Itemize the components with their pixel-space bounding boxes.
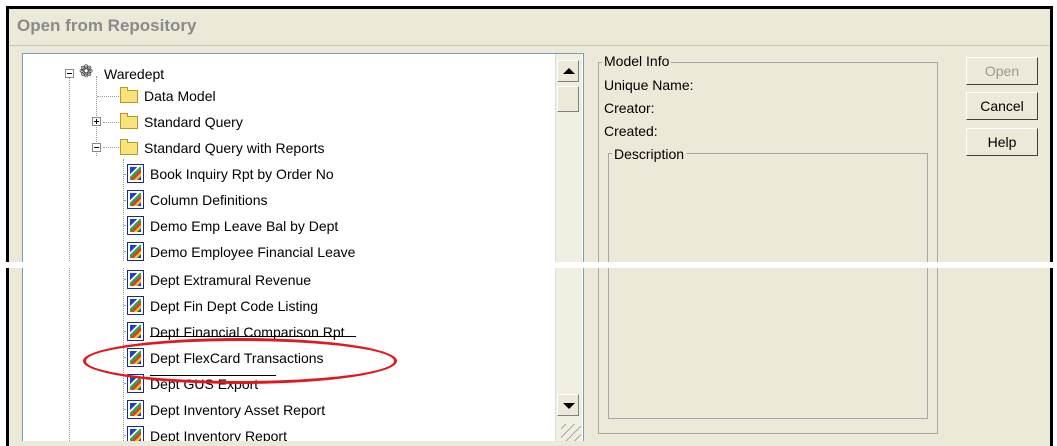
report-item[interactable]: Dept Inventory Report — [150, 427, 287, 441]
tree-item-standard-query-with-reports[interactable]: Standard Query with Reports — [144, 139, 325, 157]
creator-label: Creator: — [604, 100, 655, 116]
resize-grip-icon[interactable] — [561, 424, 581, 441]
repository-tree[interactable]: ❁ Waredept Data Model Standard Query Sta… — [22, 53, 584, 441]
tree-line — [123, 159, 124, 441]
tree-item-data-model[interactable]: Data Model — [144, 87, 216, 105]
folder-icon — [120, 139, 138, 155]
report-item[interactable]: Book Inquiry Rpt by Order No — [150, 165, 334, 183]
unique-name-label: Unique Name: — [604, 77, 694, 93]
folder-icon — [120, 87, 138, 103]
scroll-up-button[interactable] — [557, 60, 579, 82]
tree-item-standard-query[interactable]: Standard Query — [144, 113, 243, 131]
report-icon — [127, 164, 144, 183]
dialog-title: Open from Repository — [17, 16, 197, 35]
report-icon — [127, 426, 144, 441]
report-icon — [127, 296, 144, 315]
expand-standard-query-icon[interactable] — [92, 117, 101, 126]
model-info-panel: Model Info Unique Name: Creator: Created… — [590, 53, 942, 440]
report-icon — [127, 242, 144, 261]
report-icon — [127, 270, 144, 289]
report-icon — [127, 216, 144, 235]
collapse-waredept-icon[interactable] — [65, 69, 74, 78]
folder-icon — [120, 113, 138, 129]
title-bar: Open from Repository — [9, 9, 1050, 46]
collapse-standard-query-with-reports-icon[interactable] — [92, 143, 101, 152]
report-item[interactable]: Dept Inventory Asset Report — [150, 401, 325, 419]
cancel-button[interactable]: Cancel — [966, 92, 1038, 120]
report-item[interactable]: Dept Fin Dept Code Listing — [150, 297, 318, 315]
help-button[interactable]: Help — [966, 128, 1038, 156]
model-info-legend: Model Info — [602, 53, 672, 69]
arrow-up-icon — [563, 68, 575, 74]
report-item[interactable]: Demo Emp Leave Bal by Dept — [150, 217, 338, 235]
description-legend: Description — [612, 146, 687, 162]
tree-line — [97, 96, 119, 97]
created-label: Created: — [604, 123, 658, 139]
arrow-down-icon — [563, 403, 575, 409]
scroll-down-button[interactable] — [557, 394, 579, 416]
annotation-ellipse — [83, 338, 397, 384]
report-item[interactable]: Dept Extramural Revenue — [150, 271, 311, 289]
report-icon — [127, 400, 144, 419]
tree-scrollbar[interactable] — [555, 54, 582, 441]
report-item[interactable]: Demo Employee Financial Leave — [150, 243, 355, 261]
tree-line — [103, 122, 119, 123]
tree-line — [103, 147, 119, 148]
scroll-thumb[interactable] — [557, 86, 579, 112]
tree-line — [69, 74, 70, 441]
description-group — [608, 153, 928, 419]
tree-item-waredept[interactable]: Waredept — [104, 65, 164, 83]
model-repository-icon: ❁ — [79, 62, 94, 81]
open-button[interactable]: Open — [966, 57, 1038, 85]
screenshot-tear — [0, 262, 1057, 268]
report-icon — [127, 322, 144, 341]
annotation-underline — [150, 336, 356, 337]
report-icon — [127, 190, 144, 209]
report-item[interactable]: Column Definitions — [150, 191, 268, 209]
